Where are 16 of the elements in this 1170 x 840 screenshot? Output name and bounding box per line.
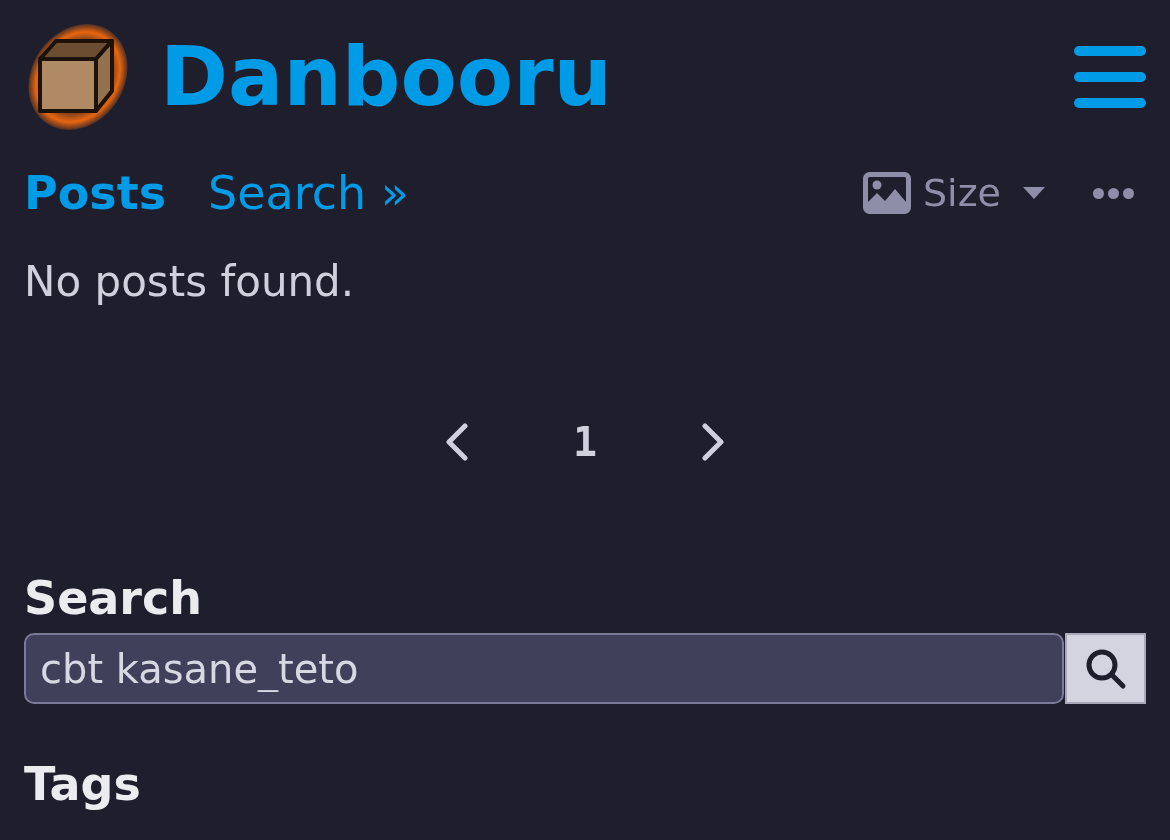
section-heading: Search xyxy=(24,574,203,622)
menu-icon[interactable] xyxy=(1074,46,1146,108)
search-icon xyxy=(1084,647,1127,690)
section-heading: Tags xyxy=(24,760,141,808)
search-button[interactable] xyxy=(1065,633,1146,704)
size-menu-button[interactable]: Size xyxy=(863,172,1045,214)
no-results-message: No posts found. xyxy=(24,258,355,306)
previous-page-icon[interactable] xyxy=(444,423,469,461)
site-title[interactable]: Danbooru xyxy=(160,36,612,118)
next-page-icon[interactable] xyxy=(701,423,726,461)
image-icon xyxy=(863,172,911,214)
page-number[interactable]: 1 xyxy=(572,422,598,462)
more-options-icon[interactable] xyxy=(1093,187,1134,199)
caret-icon xyxy=(1023,187,1045,199)
nav-link[interactable]: Posts xyxy=(24,170,167,216)
nav-link[interactable]: Search » xyxy=(208,170,409,216)
